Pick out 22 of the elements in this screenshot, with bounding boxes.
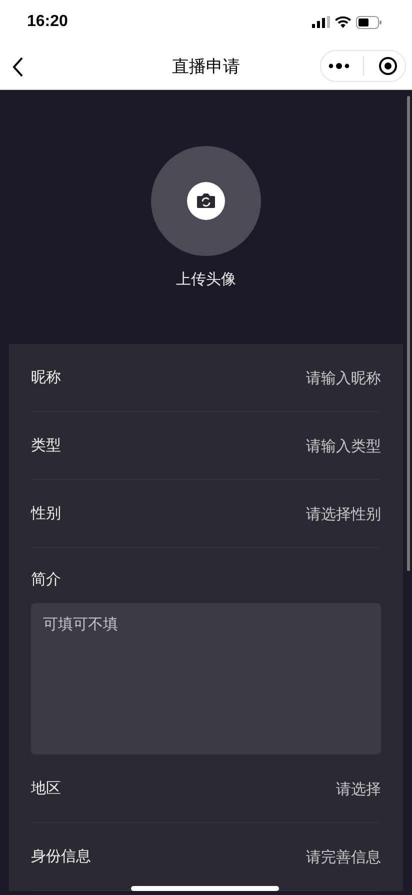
field-label: 昵称 — [31, 368, 61, 387]
input-field[interactable]: 请完善信息 — [231, 848, 381, 866]
textarea-field[interactable]: 可填可不填 — [31, 603, 381, 754]
signal-icon — [312, 16, 330, 28]
page-title: 直播申请 — [172, 56, 240, 78]
input-field[interactable]: 请选择性别 — [231, 504, 381, 522]
status-time: 16:20 — [27, 13, 68, 31]
target-icon[interactable] — [378, 56, 398, 76]
wifi-icon — [335, 16, 351, 28]
camera-icon — [187, 182, 225, 220]
field-label: 性别 — [31, 504, 61, 523]
input-field[interactable]: 请输入昵称 — [231, 368, 381, 386]
field-label: 简介 — [31, 570, 62, 589]
back-icon[interactable] — [12, 56, 24, 76]
battery-icon — [356, 16, 382, 28]
input-field[interactable]: 请选择 — [231, 780, 381, 798]
input-field[interactable]: 请输入类型 — [231, 436, 381, 454]
field-label: 身份信息 — [31, 847, 91, 866]
more-icon[interactable] — [328, 62, 350, 70]
avatar-label: 上传头像 — [176, 270, 236, 289]
field-label: 类型 — [31, 436, 61, 455]
field-label: 地区 — [31, 779, 61, 798]
